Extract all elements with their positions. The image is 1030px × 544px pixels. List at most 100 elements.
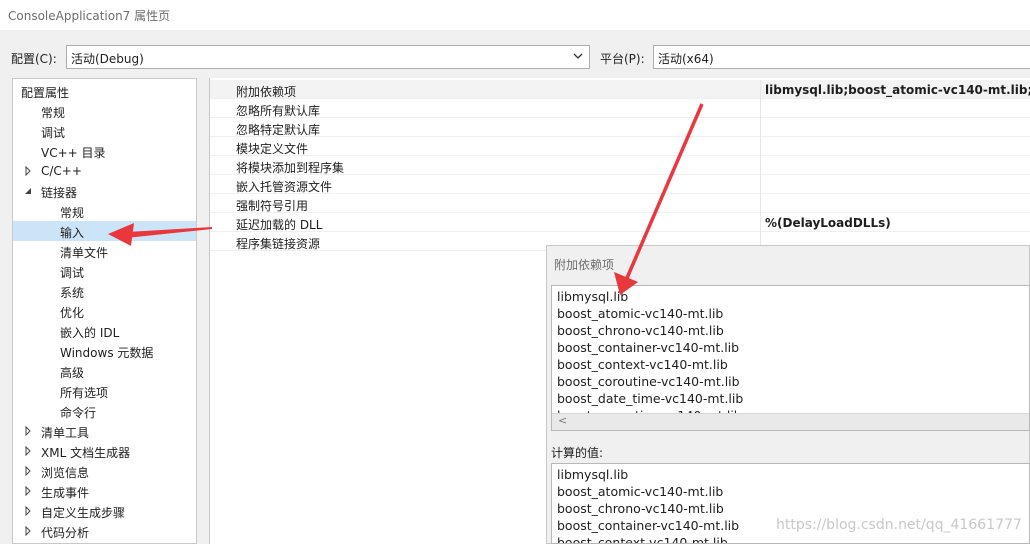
tree-item-label: 配置属性 xyxy=(21,86,70,100)
window-title: ConsoleApplication7 属性页 xyxy=(8,9,171,23)
tree-item[interactable]: 嵌入的 IDL xyxy=(13,321,196,341)
horizontal-scrollbar[interactable]: < xyxy=(552,413,1029,430)
collapsed-arrow-icon[interactable] xyxy=(23,466,33,476)
tree-item[interactable]: 自定义生成步骤 xyxy=(13,501,196,521)
dependency-line: boost_atomic-vc140-mt.lib xyxy=(557,306,724,321)
tree-item[interactable]: 高级 xyxy=(13,361,196,381)
grid-row[interactable]: 强制符号引用 xyxy=(210,194,1030,213)
dependency-line: boost_chrono-vc140-mt.lib xyxy=(557,323,724,338)
column-divider xyxy=(760,156,761,175)
grid-row[interactable]: 将模块添加到程序集 xyxy=(210,156,1030,175)
tree-item[interactable]: VC++ 目录 xyxy=(13,141,196,161)
tree-item-label: 常规 xyxy=(60,206,85,220)
dependency-line: libmysql.lib xyxy=(557,289,629,304)
tree-item[interactable]: 链接器 xyxy=(13,181,196,201)
column-divider xyxy=(760,118,761,137)
tree-item[interactable]: 生成事件 xyxy=(13,481,196,501)
computed-line: boost_chrono-vc140-mt.lib xyxy=(557,501,724,516)
watermark-text: https://blog.csdn.net/qq_41661777 xyxy=(776,517,1022,533)
tree-item-label: 所有选项 xyxy=(60,386,109,400)
tree-item-label: 代码分析 xyxy=(41,526,90,540)
tree-item[interactable]: 常规 xyxy=(13,201,196,221)
tree-item[interactable]: 输入 xyxy=(13,221,196,241)
collapsed-arrow-icon[interactable] xyxy=(23,486,33,496)
tree-item[interactable]: 清单文件 xyxy=(13,241,196,261)
scroll-left-icon[interactable]: < xyxy=(558,414,567,427)
expanded-arrow-icon[interactable] xyxy=(12,86,13,96)
platform-label: 平台(P): xyxy=(600,52,645,66)
tree-item[interactable]: 清单工具 xyxy=(13,421,196,441)
dependency-line: boost_container-vc140-mt.lib xyxy=(557,340,740,355)
tree-item-label: 系统 xyxy=(60,286,85,300)
tree-item[interactable]: 代码分析 xyxy=(13,521,196,541)
grid-row[interactable]: 忽略特定默认库 xyxy=(210,118,1030,137)
tree-item-label: 优化 xyxy=(60,306,85,320)
property-name: 模块定义文件 xyxy=(236,142,309,156)
property-name: 延迟加载的 DLL xyxy=(236,218,323,232)
tree-item[interactable]: 所有选项 xyxy=(13,381,196,401)
tree-item-label: 命令行 xyxy=(60,406,97,420)
property-value[interactable]: %(DelayLoadDLLs) xyxy=(765,216,891,230)
tree-item[interactable]: 命令行 xyxy=(13,401,196,421)
property-tree: 配置属性 常规 调试 VC++ 目录 C/C++ 链接器 常规 输入 清单文件 调试 系统 优化 嵌入的… xyxy=(12,78,197,544)
tree-item-label: 高级 xyxy=(60,366,85,380)
tree-item-label: 浏览信息 xyxy=(41,466,90,480)
grid-row[interactable]: 嵌入托管资源文件 xyxy=(210,175,1030,194)
tree-item-label: 清单工具 xyxy=(41,426,90,440)
tree-item[interactable]: 浏览信息 xyxy=(13,461,196,481)
grid-row[interactable]: 模块定义文件 xyxy=(210,137,1030,156)
grid-row[interactable]: 附加依赖项 libmysql.lib;boost_atomic-vc140-mt.… xyxy=(210,80,1030,99)
title-bar: ConsoleApplication7 属性页 xyxy=(0,0,1030,30)
collapsed-arrow-icon[interactable] xyxy=(23,446,33,456)
dependencies-editbox[interactable]: libmysql.lib boost_atomic-vc140-mt.libboo… xyxy=(551,285,1030,431)
platform-dropdown[interactable]: 活动(x64) xyxy=(653,45,1030,69)
computed-line: libmysql.lib xyxy=(557,467,629,482)
tree-item-label: 调试 xyxy=(41,126,66,140)
column-divider xyxy=(760,213,761,232)
computed-line: boost_atomic-vc140-mt.lib xyxy=(557,484,724,499)
property-name: 忽略所有默认库 xyxy=(236,104,321,118)
property-name: 嵌入托管资源文件 xyxy=(236,180,333,194)
tree-item[interactable]: Windows 元数据 xyxy=(13,341,196,361)
tree-item-label: 自定义生成步骤 xyxy=(41,506,126,520)
tree-item[interactable]: 调试 xyxy=(13,121,196,141)
computed-line: boost_context-vc140-mt.lib xyxy=(557,535,728,544)
tree-item[interactable]: 系统 xyxy=(13,281,196,301)
grid-row[interactable]: 忽略所有默认库 xyxy=(210,99,1030,118)
chevron-down-icon xyxy=(573,53,583,59)
config-dropdown[interactable]: 活动(Debug) xyxy=(66,45,590,69)
tree-item[interactable]: C/C++ xyxy=(13,161,196,181)
property-value[interactable]: libmysql.lib;boost_atomic-vc140-mt.lib;b… xyxy=(765,83,1030,97)
dependency-line: boost_context-vc140-mt.lib xyxy=(557,357,728,372)
collapsed-arrow-icon[interactable] xyxy=(23,426,33,436)
collapsed-arrow-icon[interactable] xyxy=(23,526,33,536)
grid-row[interactable]: 延迟加载的 DLL %(DelayLoadDLLs) xyxy=(210,213,1030,232)
config-label: 配置(C): xyxy=(11,52,57,66)
tree-item[interactable]: 配置属性 xyxy=(13,81,196,101)
tree-item[interactable]: 优化 xyxy=(13,301,196,321)
property-name: 程序集链接资源 xyxy=(236,237,321,251)
column-divider xyxy=(760,175,761,194)
expanded-arrow-icon[interactable] xyxy=(23,186,33,196)
column-divider xyxy=(760,194,761,213)
tree-item[interactable]: 常规 xyxy=(13,101,196,121)
tree-item-label: 链接器 xyxy=(41,186,78,200)
property-name: 将模块添加到程序集 xyxy=(236,161,345,175)
tree-item-label: C/C++ xyxy=(41,164,82,178)
property-name: 强制符号引用 xyxy=(236,199,309,213)
collapsed-arrow-icon[interactable] xyxy=(23,166,33,176)
dependency-line: boost_date_time-vc140-mt.lib xyxy=(557,391,744,406)
collapsed-arrow-icon[interactable] xyxy=(23,506,33,516)
dependency-line: boost_coroutine-vc140-mt.lib xyxy=(557,374,740,389)
tree-item[interactable]: XML 文档生成器 xyxy=(13,441,196,461)
tree-item[interactable]: 调试 xyxy=(13,261,196,281)
column-divider xyxy=(760,99,761,118)
tree-item-label: 生成事件 xyxy=(41,486,90,500)
tree-item-label: 输入 xyxy=(60,226,85,240)
tree-item-label: 常规 xyxy=(41,106,66,120)
computed-values-label: 计算的值: xyxy=(551,446,604,460)
platform-value: 活动(x64) xyxy=(658,52,714,66)
tree-item-label: 清单文件 xyxy=(60,246,109,260)
property-name: 附加依赖项 xyxy=(236,85,297,99)
column-divider xyxy=(760,80,761,99)
